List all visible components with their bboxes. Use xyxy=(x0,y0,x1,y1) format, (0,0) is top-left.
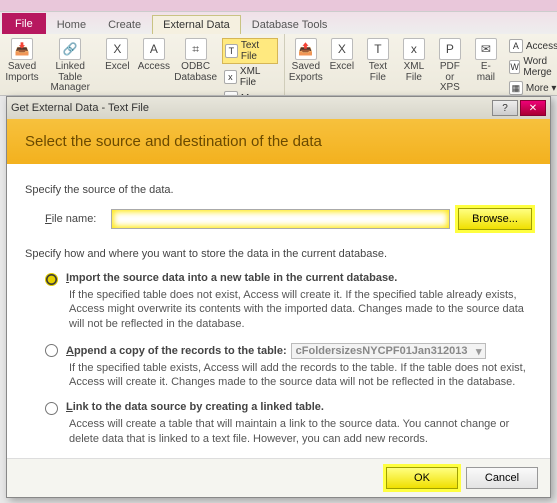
text-file-icon: T xyxy=(367,38,389,60)
linked-table-manager-button[interactable]: 🔗Linked TableManager xyxy=(42,36,98,96)
tab-create[interactable]: Create xyxy=(97,15,152,34)
import-excel-button[interactable]: X Excel xyxy=(100,36,134,96)
import-xml-file-button[interactable]: xXML File xyxy=(222,65,278,89)
export-text-button[interactable]: T TextFile xyxy=(361,36,395,96)
dialog-titlebar[interactable]: Get External Data - Text File ? ✕ xyxy=(7,97,550,119)
email-icon: ✉ xyxy=(475,38,497,60)
saved-imports-icon: 📥 xyxy=(11,38,33,60)
option-import-label: IImport the source data into a new table… xyxy=(66,272,397,284)
import-excel-label: Excel xyxy=(105,62,129,73)
dialog-banner: Select the source and destination of the… xyxy=(7,119,550,164)
export-email-button[interactable]: ✉E-mail xyxy=(469,36,503,96)
import-xml-file-label: XML File xyxy=(240,66,276,88)
specify-store-text: Specify how and where you want to store … xyxy=(25,248,532,260)
linked-table-icon: 🔗 xyxy=(59,38,81,60)
specify-source-text: Specify the source of the data. xyxy=(25,184,532,196)
help-button[interactable]: ? xyxy=(492,100,518,116)
app-titlebar xyxy=(0,0,557,12)
import-text-file-button[interactable]: TText File xyxy=(222,38,278,64)
saved-imports-label: SavedImports xyxy=(5,62,38,83)
access-icon: A xyxy=(509,39,523,53)
import-wizard-dialog: Get External Data - Text File ? ✕ Select… xyxy=(6,96,551,498)
tab-external-data[interactable]: External Data xyxy=(152,15,241,34)
import-odbc-button[interactable]: ⌗ODBCDatabase xyxy=(173,36,218,96)
export-xml-label: XMLFile xyxy=(404,62,425,83)
saved-exports-icon: 📤 xyxy=(295,38,317,60)
export-access-label: Access xyxy=(526,41,557,52)
export-email-label: E-mail xyxy=(472,62,500,83)
text-file-icon: T xyxy=(225,44,238,58)
cancel-button[interactable]: Cancel xyxy=(466,467,538,489)
group-export: 📤SavedExports XExcel TTextFile xXMLFile … xyxy=(285,34,557,95)
append-table-select[interactable]: cFoldersizesNYCPF01Jan312013 xyxy=(291,343,487,359)
option-append-label: Append a copy of the records to the tabl… xyxy=(66,343,486,359)
xml-file-icon: x xyxy=(403,38,425,60)
file-name-input[interactable] xyxy=(111,209,450,229)
browse-button[interactable]: Browse... xyxy=(458,208,532,230)
access-icon: A xyxy=(143,38,165,60)
saved-imports-button[interactable]: 📥SavedImports xyxy=(4,36,40,96)
pdf-icon: P xyxy=(439,38,461,60)
export-more-button[interactable]: ▦More ▾ xyxy=(507,80,557,96)
ok-button[interactable]: OK xyxy=(386,467,458,489)
ribbon-tabs: File Home Create External Data Database … xyxy=(0,12,557,34)
export-word-merge-button[interactable]: WWord Merge xyxy=(507,55,557,79)
export-pdf-button[interactable]: PPDFor XPS xyxy=(433,36,467,96)
import-access-label: Access xyxy=(138,62,170,73)
export-excel-label: Excel xyxy=(330,62,354,73)
option-import-radio[interactable] xyxy=(45,273,58,286)
file-name-label: File name: xyxy=(45,213,103,225)
excel-icon: X xyxy=(106,38,128,60)
saved-exports-button[interactable]: 📤SavedExports xyxy=(289,36,323,96)
option-link-desc: Access will create a table that will mai… xyxy=(69,417,532,446)
export-excel-button[interactable]: X Excel xyxy=(325,36,359,96)
import-odbc-label: ODBCDatabase xyxy=(174,62,217,83)
option-append-desc: If the specified table exists, Access wi… xyxy=(69,361,532,390)
tab-database-tools[interactable]: Database Tools xyxy=(241,15,339,34)
dialog-title: Get External Data - Text File xyxy=(11,102,149,114)
xml-file-icon: x xyxy=(224,70,237,84)
export-word-merge-label: Word Merge xyxy=(523,56,557,78)
excel-icon: X xyxy=(331,38,353,60)
export-more-stack: AAccess WWord Merge ▦More ▾ xyxy=(505,36,557,96)
export-xml-button[interactable]: xXMLFile xyxy=(397,36,431,96)
dialog-body: Specify the source of the data. File nam… xyxy=(7,164,550,458)
more-icon: ▦ xyxy=(509,81,523,95)
odbc-icon: ⌗ xyxy=(185,38,207,60)
export-pdf-label: PDFor XPS xyxy=(436,62,464,94)
option-import-desc: If the specified table does not exist, A… xyxy=(69,288,532,331)
import-access-button[interactable]: A Access xyxy=(136,36,171,96)
import-more-stack: TText File xXML File ▦More ▾ xyxy=(220,36,280,96)
linked-table-label: Linked TableManager xyxy=(45,62,95,94)
option-link-label: Link to the data source by creating a li… xyxy=(66,401,324,413)
ribbon: 📥SavedImports 🔗Linked TableManager X Exce… xyxy=(0,34,557,96)
option-link-radio[interactable] xyxy=(45,402,58,415)
option-append-radio[interactable] xyxy=(45,344,58,357)
group-import-link: 📥SavedImports 🔗Linked TableManager X Exce… xyxy=(0,34,285,95)
import-text-file-label: Text File xyxy=(241,40,275,62)
export-access-button[interactable]: AAccess xyxy=(507,38,557,54)
saved-exports-label: SavedExports xyxy=(289,62,323,83)
close-button[interactable]: ✕ xyxy=(520,100,546,116)
export-more-label: More ▾ xyxy=(526,83,557,94)
word-icon: W xyxy=(509,60,521,74)
tab-home[interactable]: Home xyxy=(46,15,97,34)
tab-file[interactable]: File xyxy=(2,13,46,34)
export-text-label: TextFile xyxy=(369,62,387,83)
dialog-footer: OK Cancel xyxy=(7,458,550,497)
